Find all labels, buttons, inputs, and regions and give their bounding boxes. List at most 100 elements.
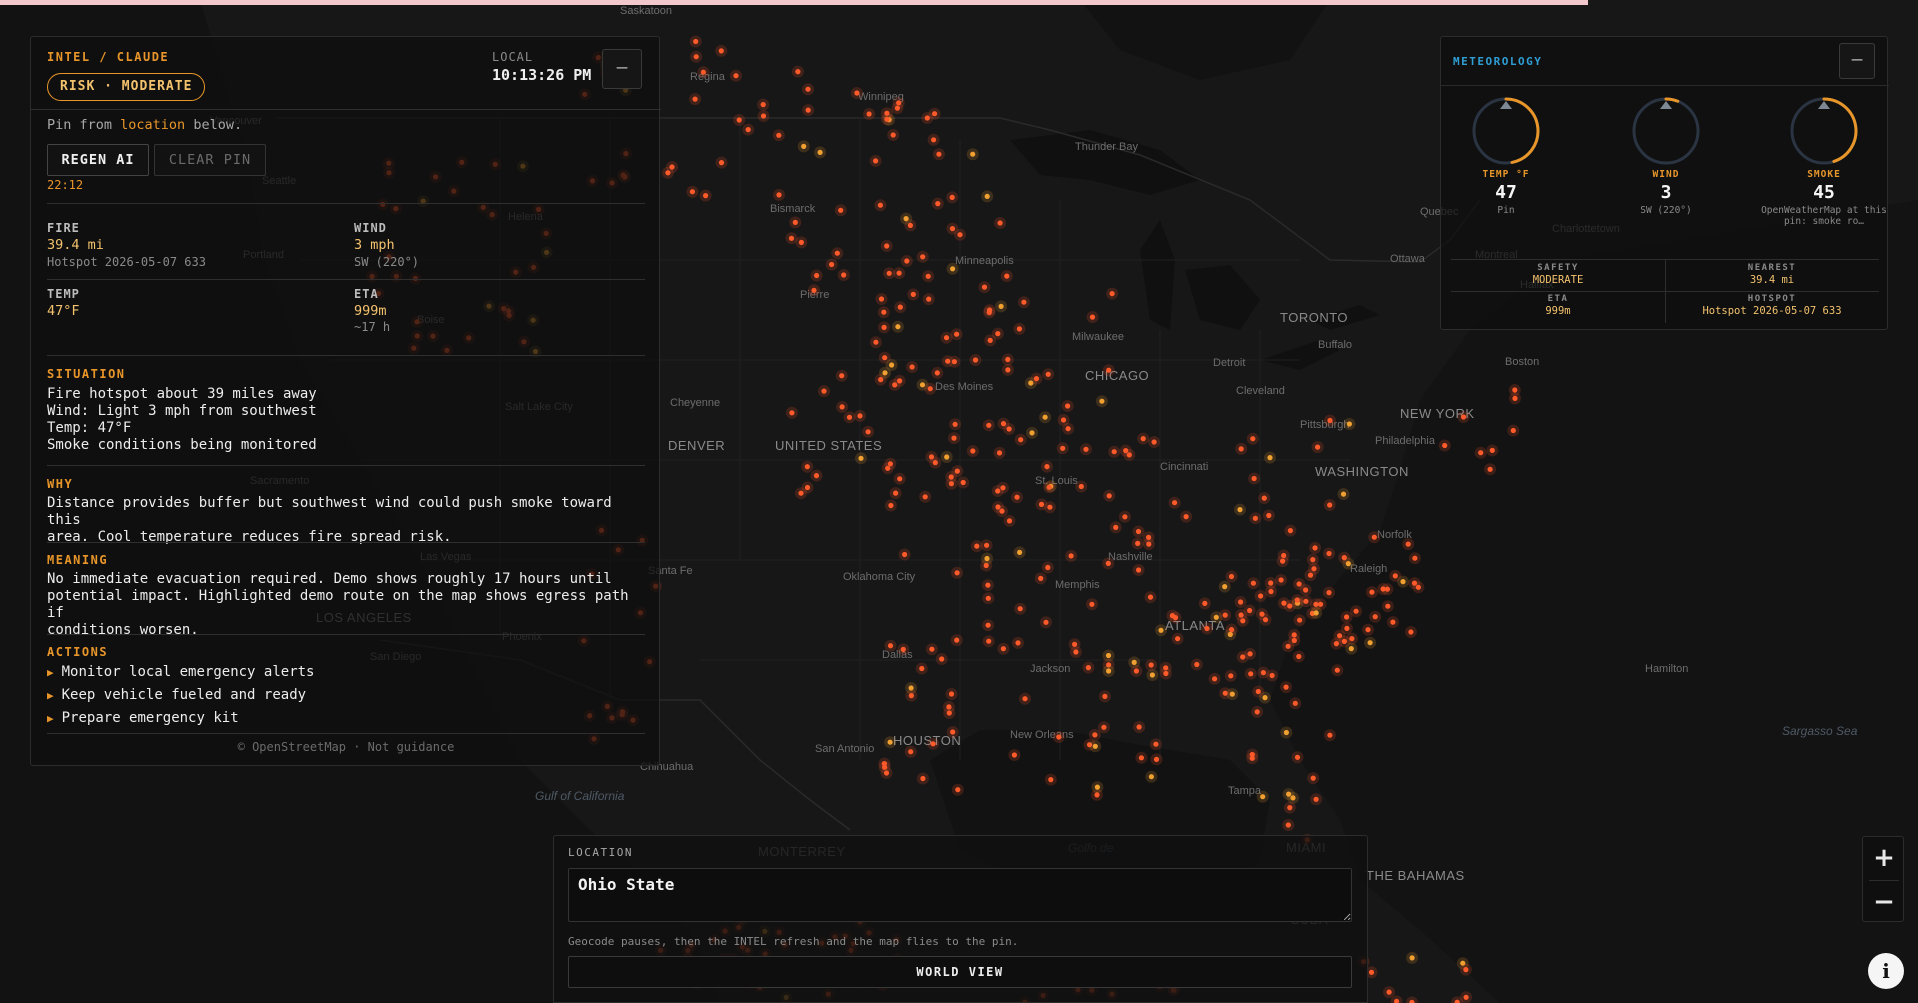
hotspot-marker[interactable] (1151, 439, 1157, 445)
hotspot-marker[interactable] (1135, 528, 1142, 535)
hotspot-marker[interactable] (902, 551, 908, 558)
hotspot-marker[interactable] (1280, 558, 1286, 564)
hotspot-marker[interactable] (986, 638, 992, 644)
hotspot-marker[interactable] (883, 770, 890, 776)
hotspot-marker[interactable] (1247, 607, 1253, 614)
hotspot-marker[interactable] (1146, 541, 1152, 547)
hotspot-marker[interactable] (995, 331, 1001, 337)
hotspot-marker[interactable] (954, 637, 960, 643)
hotspot-marker[interactable] (930, 741, 936, 747)
hotspot-marker[interactable] (1005, 356, 1011, 363)
hotspot-marker[interactable] (1409, 955, 1415, 961)
hotspot-marker[interactable] (931, 137, 937, 143)
info-icon[interactable]: i (1868, 953, 1904, 989)
hotspot-marker[interactable] (829, 261, 835, 268)
hotspot-marker[interactable] (936, 151, 942, 157)
hotspot-marker[interactable] (882, 370, 888, 376)
hotspot-marker[interactable] (1078, 483, 1084, 490)
hotspot-marker[interactable] (1344, 614, 1350, 620)
hotspot-marker[interactable] (1371, 534, 1377, 540)
hotspot-marker[interactable] (1260, 794, 1266, 800)
hotspot-marker[interactable] (895, 324, 901, 330)
hotspot-marker[interactable] (1135, 540, 1141, 547)
hotspot-marker[interactable] (1313, 796, 1319, 802)
hotspot-marker[interactable] (1045, 564, 1051, 571)
hotspot-marker[interactable] (1287, 528, 1293, 534)
hotspot-marker[interactable] (1153, 756, 1160, 763)
hotspot-marker[interactable] (887, 739, 893, 745)
hotspot-marker[interactable] (1250, 580, 1256, 586)
hotspot-marker[interactable] (900, 646, 906, 653)
hotspot-marker[interactable] (1140, 436, 1146, 442)
hotspot-marker[interactable] (1044, 464, 1050, 470)
hotspot-marker[interactable] (972, 357, 979, 363)
hotspot-marker[interactable] (1254, 709, 1260, 715)
hotspot-marker[interactable] (987, 307, 993, 313)
hotspot-marker[interactable] (1238, 599, 1244, 605)
hotspot-marker[interactable] (1369, 589, 1375, 595)
intel-collapse-button[interactable]: — (602, 49, 642, 89)
hotspot-marker[interactable] (996, 450, 1003, 456)
hotspot-marker[interactable] (736, 117, 742, 123)
hotspot-marker[interactable] (1018, 437, 1024, 443)
hotspot-marker[interactable] (692, 96, 698, 102)
hotspot-marker[interactable] (1250, 436, 1256, 442)
pin-hint-link[interactable]: location (120, 117, 185, 133)
hotspot-marker[interactable] (932, 111, 938, 117)
hotspot-marker[interactable] (1014, 494, 1020, 500)
hotspot-marker[interactable] (795, 69, 801, 75)
hotspot-marker[interactable] (805, 107, 811, 113)
hotspot-marker[interactable] (1065, 426, 1071, 432)
hotspot-marker[interactable] (1138, 755, 1144, 761)
hotspot-marker[interactable] (924, 115, 930, 121)
hotspot-marker[interactable] (1194, 661, 1200, 668)
hotspot-marker[interactable] (1148, 774, 1154, 780)
hotspot-marker[interactable] (1348, 646, 1354, 652)
hotspot-marker[interactable] (881, 324, 887, 330)
hotspot-marker[interactable] (995, 488, 1001, 494)
hotspot-marker[interactable] (1060, 445, 1066, 451)
hotspot-marker[interactable] (886, 270, 892, 276)
hotspot-marker[interactable] (1065, 403, 1071, 409)
hotspot-marker[interactable] (1222, 612, 1228, 618)
hotspot-marker[interactable] (1072, 641, 1078, 647)
hotspot-marker[interactable] (1333, 641, 1339, 647)
hotspot-marker[interactable] (1255, 688, 1261, 695)
hotspot-marker[interactable] (1353, 608, 1359, 614)
hotspot-marker[interactable] (846, 414, 853, 420)
hotspot-marker[interactable] (890, 132, 896, 138)
hotspot-marker[interactable] (1021, 299, 1027, 305)
hotspot-marker[interactable] (1022, 696, 1028, 702)
zoom-out-button[interactable]: − (1863, 881, 1905, 923)
hotspot-marker[interactable] (1372, 614, 1378, 620)
hotspot-marker[interactable] (1285, 822, 1291, 828)
hotspot-marker[interactable] (693, 54, 699, 60)
hotspot-marker[interactable] (1269, 672, 1275, 679)
hotspot-marker[interactable] (986, 422, 992, 428)
hotspot-marker[interactable] (1175, 636, 1181, 642)
hotspot-marker[interactable] (1510, 427, 1516, 434)
hotspot-marker[interactable] (1463, 994, 1469, 1000)
hotspot-marker[interactable] (1000, 646, 1007, 652)
hotspot-marker[interactable] (1412, 555, 1418, 561)
hotspot-marker[interactable] (885, 465, 891, 471)
hotspot-marker[interactable] (919, 382, 926, 388)
hotspot-marker[interactable] (804, 484, 811, 491)
hotspot-marker[interactable] (1038, 501, 1045, 507)
hotspot-marker[interactable] (1038, 575, 1044, 582)
hotspot-marker[interactable] (985, 582, 991, 588)
hotspot-marker[interactable] (944, 454, 950, 460)
hotspot-marker[interactable] (935, 201, 941, 207)
hotspot-marker[interactable] (1315, 444, 1321, 450)
hotspot-marker[interactable] (904, 258, 910, 264)
hotspot-marker[interactable] (1283, 684, 1289, 690)
hotspot-marker[interactable] (866, 111, 872, 117)
hotspot-marker[interactable] (1266, 512, 1272, 519)
hotspot-marker[interactable] (1017, 549, 1023, 556)
hotspot-marker[interactable] (1068, 553, 1074, 559)
hotspot-marker[interactable] (903, 216, 909, 222)
hotspot-marker[interactable] (949, 226, 956, 232)
hotspot-marker[interactable] (776, 192, 782, 198)
world-view-button[interactable]: WORLD VIEW (568, 956, 1352, 988)
hotspot-marker[interactable] (922, 494, 928, 500)
